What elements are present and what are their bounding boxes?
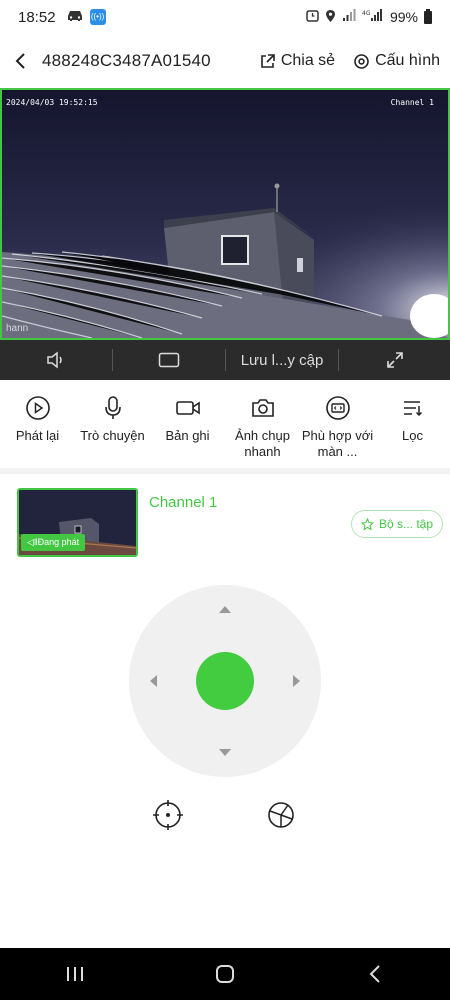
device-title: 488248C3487A01540	[42, 51, 211, 70]
recent-apps-icon	[67, 967, 83, 981]
volume-icon: ◁‖	[27, 537, 38, 547]
battery-icon	[424, 8, 432, 24]
video-bottom-osd: hann	[6, 323, 29, 334]
aperture-icon	[268, 802, 294, 828]
fit-screen-icon	[325, 396, 350, 420]
chevron-up-icon	[219, 606, 231, 613]
record-label: Bản ghi	[165, 428, 210, 443]
ptz-down-button[interactable]	[213, 741, 237, 765]
share-icon	[261, 53, 275, 68]
chevron-down-icon	[219, 749, 231, 756]
video-channel-osd: Channel 1	[390, 98, 434, 107]
config-label: Cấu hình	[375, 52, 440, 69]
ptz-aperture-button[interactable]	[264, 798, 298, 832]
favorite-label: Bộ s... tập	[379, 517, 434, 531]
back-icon	[369, 965, 380, 983]
snapshot-button[interactable]: Ảnh chụp nhanh	[225, 392, 300, 467]
channel-thumbnail[interactable]: ◁‖Đang phát	[17, 488, 138, 557]
video-timestamp: 2024/04/03 19:52:15	[6, 98, 98, 107]
speaker-icon	[47, 351, 62, 369]
system-nav-bar	[0, 948, 450, 1000]
playback-button[interactable]: Phát lại	[0, 392, 75, 467]
battery-percent: 99%	[389, 9, 418, 25]
stream-quality-label: Lưu l...y cập	[240, 351, 324, 369]
filter-button[interactable]: Lọc	[375, 392, 450, 467]
system-back-button[interactable]	[345, 954, 405, 994]
signal-icon	[342, 9, 356, 25]
recent-apps-button[interactable]	[45, 954, 105, 994]
aspect-ratio-icon	[158, 352, 180, 368]
stream-quality-button[interactable]: Lưu l...y cập	[226, 340, 338, 380]
svg-text:4G: 4G	[362, 10, 371, 17]
record-button[interactable]: Bản ghi	[150, 392, 225, 467]
chevron-left-icon	[150, 675, 157, 687]
status-bar: 18:52 ((•)) 4G 99%	[0, 0, 450, 34]
car-icon	[66, 8, 84, 26]
home-icon	[216, 965, 234, 983]
playback-label: Phát lại	[15, 428, 60, 443]
fit-screen-button[interactable]: Phù hợp với màn ...	[300, 392, 375, 467]
snapshot-label: Ảnh chụp nhanh	[235, 428, 290, 459]
video-camera-icon	[175, 401, 200, 415]
video-frame	[2, 90, 448, 338]
config-button[interactable]: Cấu hình	[353, 52, 440, 70]
ptz-up-button[interactable]	[213, 597, 237, 621]
signal-4g-icon: 4G	[362, 9, 384, 25]
filter-label: Lọc	[402, 428, 423, 443]
ptz-target-button[interactable]	[151, 798, 185, 832]
live-video[interactable]: 2024/04/03 19:52:15 Channel 1 hann	[0, 88, 450, 340]
fit-screen-label: Phù hợp với màn ...	[301, 428, 374, 459]
microphone-icon	[104, 396, 121, 419]
network-badge-icon: ((•))	[89, 9, 106, 25]
playing-badge: ◁‖Đang phát	[21, 534, 86, 551]
ptz-center-joystick[interactable]	[196, 652, 254, 710]
ptz-right-button[interactable]	[285, 669, 309, 693]
channel-name: Channel 1	[149, 494, 218, 511]
aspect-button[interactable]	[113, 340, 225, 380]
talk-button[interactable]: Trò chuyện	[75, 392, 150, 467]
ptz-left-button[interactable]	[141, 669, 165, 693]
fullscreen-icon	[386, 352, 403, 368]
header: 488248C3487A01540 Chia sẻ Cấu hình	[0, 42, 450, 80]
mute-button[interactable]	[0, 340, 112, 380]
talk-label: Trò chuyện	[80, 428, 145, 443]
home-button[interactable]	[195, 954, 255, 994]
function-row: Phát lại Trò chuyện Bản ghi Ảnh chụp nha…	[0, 392, 450, 467]
ptz-pad	[129, 585, 321, 777]
favorite-button[interactable]: Bộ s... tập	[351, 510, 444, 538]
video-toolbar: Lưu l...y cập	[0, 340, 450, 380]
fullscreen-button[interactable]	[339, 340, 450, 380]
gear-icon	[354, 53, 369, 69]
section-divider	[0, 468, 450, 474]
chevron-right-icon	[293, 675, 300, 687]
crosshair-icon	[153, 800, 183, 830]
back-button[interactable]	[10, 46, 30, 76]
share-label: Chia sẻ	[280, 52, 336, 69]
filter-icon	[403, 401, 422, 417]
location-icon	[325, 9, 336, 26]
play-circle-icon	[25, 396, 50, 420]
share-button[interactable]: Chia sẻ	[259, 52, 335, 70]
star-icon	[361, 517, 374, 531]
status-time: 18:52	[18, 8, 56, 26]
camera-icon	[251, 399, 274, 417]
chevron-left-icon	[15, 53, 25, 69]
alarm-icon	[306, 9, 319, 25]
